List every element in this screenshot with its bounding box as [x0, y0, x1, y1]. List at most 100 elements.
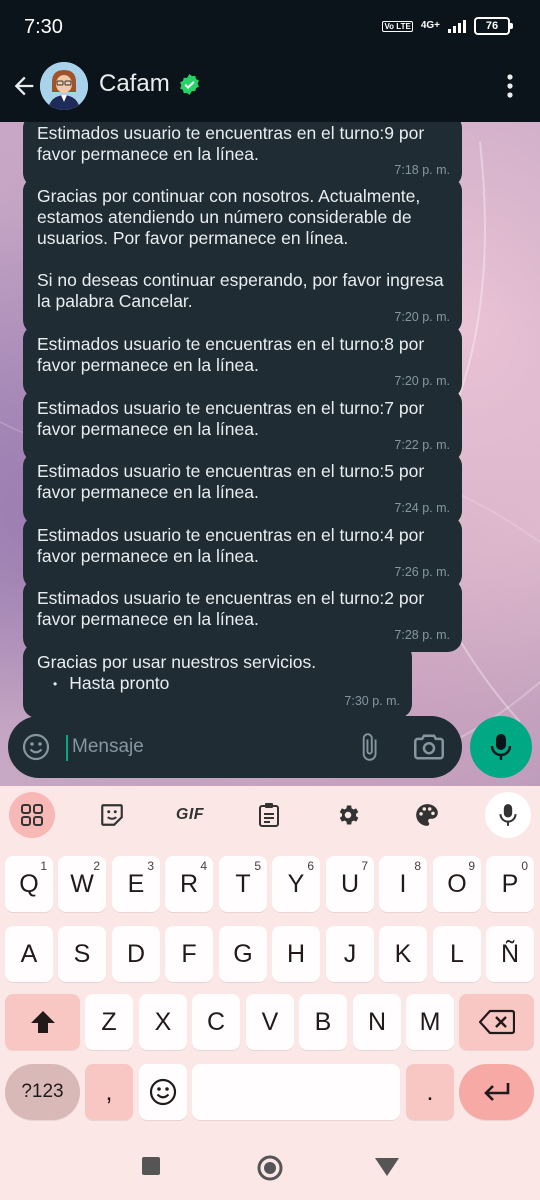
key-u[interactable]: U7 — [326, 856, 374, 912]
key-hint: 2 — [93, 859, 100, 873]
recents-square-icon[interactable] — [141, 1156, 161, 1176]
key-o[interactable]: O9 — [433, 856, 481, 912]
back-triangle-icon[interactable] — [374, 1156, 400, 1178]
clipboard-icon[interactable] — [246, 792, 292, 838]
status-bar: 7:30 Vo LTE 4G+ 76 — [0, 0, 540, 56]
shift-key[interactable] — [5, 994, 80, 1050]
key-label: E — [127, 869, 145, 898]
camera-icon[interactable] — [414, 733, 444, 761]
key-g[interactable]: G — [219, 926, 267, 982]
system-nav-bar — [0, 1136, 540, 1200]
key-k[interactable]: K — [379, 926, 427, 982]
key-hint: 8 — [414, 859, 421, 873]
key-f[interactable]: F — [165, 926, 213, 982]
message-text: Gracias por usar nuestros servicios. — [37, 652, 317, 672]
message-bubble[interactable]: Estimados usuario te encuentras en el tu… — [23, 452, 462, 525]
signal-icon — [448, 19, 466, 33]
smiley-icon — [149, 1078, 177, 1106]
key-label: T — [235, 869, 251, 898]
status-icons: Vo LTE 4G+ 76 — [382, 17, 513, 35]
key-l[interactable]: L — [433, 926, 481, 982]
key-hint: 9 — [468, 859, 475, 873]
theme-palette-icon[interactable] — [404, 792, 450, 838]
period-key[interactable]: . — [406, 1064, 454, 1120]
message-bubble[interactable]: Estimados usuario te encuentras en el tu… — [23, 325, 462, 398]
chat-header: Cafam — [0, 56, 540, 122]
contact-name[interactable]: Cafam — [99, 70, 170, 98]
space-bar[interactable] — [192, 1064, 400, 1120]
message-text: Gracias por continuar con nosotros. Actu… — [37, 186, 444, 311]
key-a[interactable]: A — [5, 926, 53, 982]
attach-icon[interactable] — [354, 732, 384, 762]
voice-typing-icon[interactable] — [485, 792, 531, 838]
gif-label: GIF — [175, 806, 205, 823]
key-hint: 1 — [40, 859, 47, 873]
key-enye[interactable]: Ñ — [486, 926, 534, 982]
key-hint: 4 — [200, 859, 207, 873]
battery-icon: 76 — [474, 17, 513, 35]
backspace-key[interactable] — [459, 994, 534, 1050]
key-x[interactable]: X — [139, 994, 187, 1050]
key-label: U — [340, 869, 360, 898]
status-time: 7:30 — [24, 16, 63, 38]
message-input[interactable] — [72, 730, 322, 764]
sticker-icon[interactable] — [89, 792, 135, 838]
message-bubble[interactable]: Estimados usuario te encuentras en el tu… — [23, 579, 462, 652]
key-hint: 0 — [521, 859, 528, 873]
key-hint: 3 — [147, 859, 154, 873]
key-c[interactable]: C — [192, 994, 240, 1050]
gif-button[interactable]: GIF — [167, 792, 213, 838]
key-r[interactable]: R4 — [165, 856, 213, 912]
apps-grid-icon[interactable] — [9, 792, 55, 838]
message-text: Estimados usuario te encuentras en el tu… — [37, 588, 425, 629]
message-text: Estimados usuario te encuentras en el tu… — [37, 123, 425, 164]
message-bubble[interactable]: Gracias por usar nuestros servicios. Has… — [23, 643, 412, 718]
message-bubble[interactable]: Gracias por continuar con nosotros. Actu… — [23, 177, 462, 334]
message-time: 7:30 p. m. — [344, 694, 400, 708]
key-i[interactable]: I8 — [379, 856, 427, 912]
volte-icon: Vo LTE — [382, 20, 413, 32]
shift-arrow-icon — [30, 1011, 55, 1033]
key-v[interactable]: V — [246, 994, 294, 1050]
enter-arrow-icon — [483, 1083, 509, 1101]
emoji-icon[interactable] — [22, 733, 50, 761]
key-m[interactable]: M — [406, 994, 454, 1050]
emoji-key[interactable] — [139, 1064, 187, 1120]
more-options-icon[interactable] — [500, 72, 520, 100]
enter-key[interactable] — [459, 1064, 534, 1120]
avatar[interactable] — [40, 62, 88, 110]
verified-badge-icon — [180, 73, 199, 96]
settings-gear-icon[interactable] — [325, 792, 371, 838]
key-n[interactable]: N — [353, 994, 401, 1050]
message-text: Estimados usuario te encuentras en el tu… — [37, 334, 425, 375]
key-label: R — [179, 869, 199, 898]
text-caret — [66, 735, 68, 761]
key-d[interactable]: D — [112, 926, 160, 982]
network-type: 4G+ — [420, 20, 440, 31]
key-w[interactable]: W2 — [58, 856, 106, 912]
key-label: I — [399, 869, 407, 898]
message-text: Estimados usuario te encuentras en el tu… — [37, 398, 425, 439]
key-hint: 5 — [254, 859, 261, 873]
comma-key[interactable]: , — [85, 1064, 133, 1120]
home-circle-icon[interactable] — [256, 1154, 284, 1182]
back-arrow-icon[interactable] — [10, 72, 38, 100]
key-s[interactable]: S — [58, 926, 106, 982]
chat-area[interactable]: Estimados usuario te encuentras en el tu… — [0, 122, 540, 786]
key-label: W — [70, 869, 94, 898]
key-e[interactable]: E3 — [112, 856, 160, 912]
key-label: P — [501, 869, 519, 898]
voice-message-button[interactable] — [470, 716, 532, 778]
backspace-icon — [478, 1009, 515, 1035]
key-hint: 6 — [307, 859, 314, 873]
key-b[interactable]: B — [299, 994, 347, 1050]
key-y[interactable]: Y6 — [272, 856, 320, 912]
key-z[interactable]: Z — [85, 994, 133, 1050]
symbols-key[interactable]: ?123 — [5, 1064, 80, 1120]
microphone-icon — [490, 734, 512, 760]
key-t[interactable]: T5 — [219, 856, 267, 912]
key-j[interactable]: J — [326, 926, 374, 982]
key-q[interactable]: Q1 — [5, 856, 53, 912]
key-h[interactable]: H — [272, 926, 320, 982]
key-p[interactable]: P0 — [486, 856, 534, 912]
